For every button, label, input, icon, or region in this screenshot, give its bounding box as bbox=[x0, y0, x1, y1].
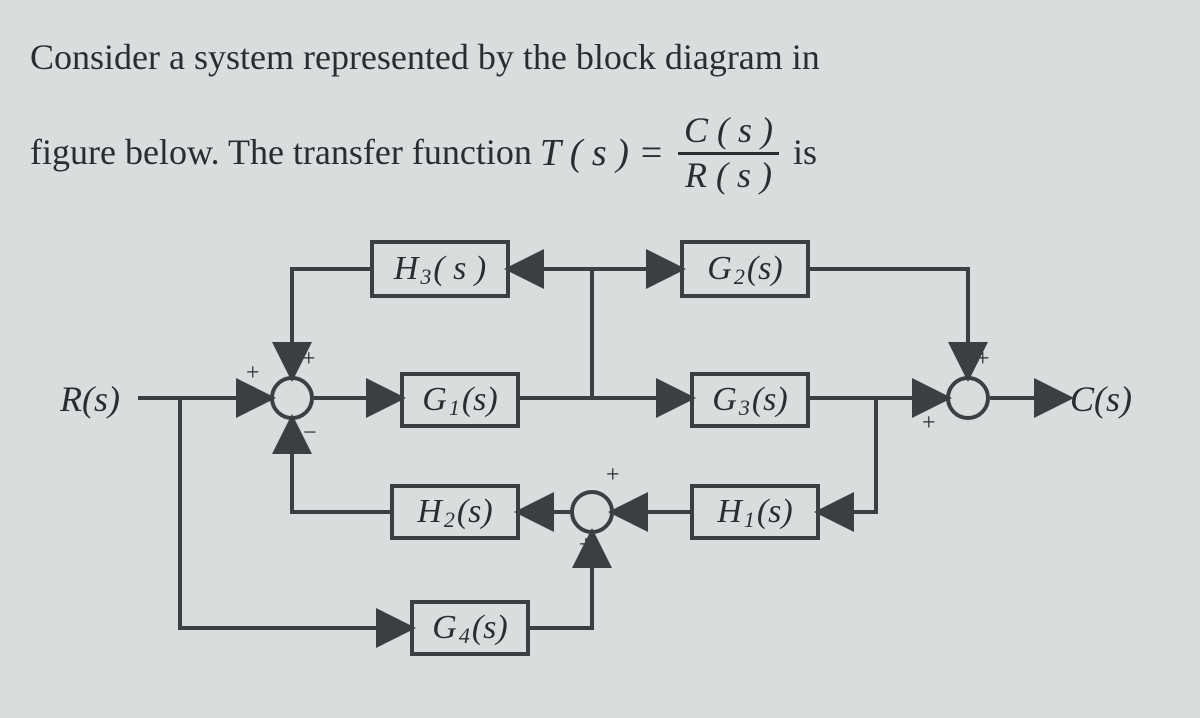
page: Consider a system represented by the blo… bbox=[0, 0, 1200, 718]
prompt-line-2-post: is bbox=[793, 125, 817, 181]
fraction: C ( s ) R ( s ) bbox=[678, 112, 779, 195]
fraction-denominator: R ( s ) bbox=[679, 157, 778, 195]
wires bbox=[60, 230, 1140, 690]
prompt-line-2-pre: figure below. The transfer function bbox=[30, 125, 532, 181]
fraction-numerator: C ( s ) bbox=[678, 112, 779, 150]
question-text: Consider a system represented by the blo… bbox=[30, 30, 1170, 194]
prompt-line-1: Consider a system represented by the blo… bbox=[30, 30, 1170, 86]
block-diagram: R(s) C(s) + + − + + + + H3( s ) G2(s) G1… bbox=[60, 230, 1140, 690]
prompt-line-2: figure below. The transfer function T ( … bbox=[30, 112, 1170, 195]
equation-lhs: T ( s ) = bbox=[540, 124, 664, 183]
